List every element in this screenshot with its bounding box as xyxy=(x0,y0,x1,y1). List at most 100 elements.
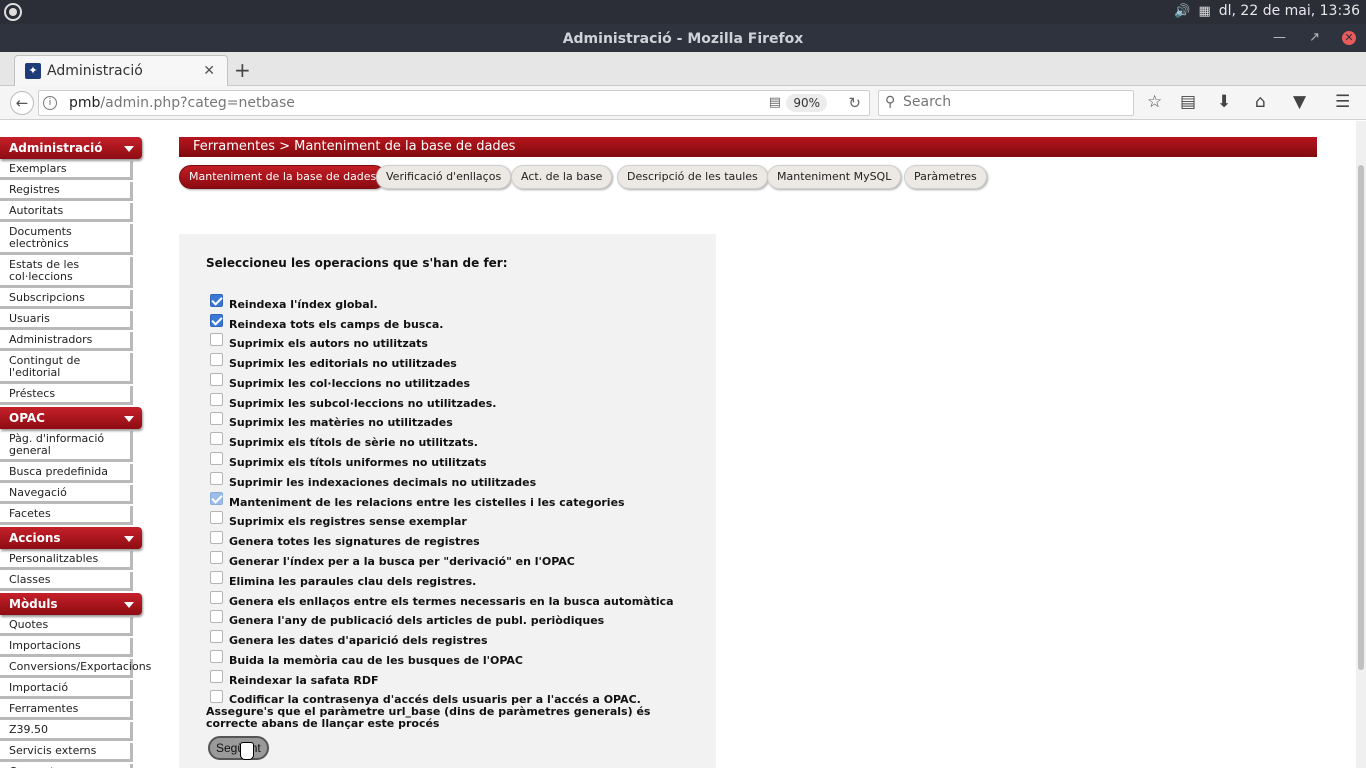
menu-section-1[interactable]: OPAC xyxy=(0,407,142,429)
menu-item[interactable]: Connectors xyxy=(0,764,133,768)
option-label[interactable]: Suprimix les editorials no utilitzades xyxy=(229,357,457,370)
search-box[interactable]: ⚲ xyxy=(878,90,1134,116)
menu-item[interactable]: Servicis externs xyxy=(0,743,133,762)
option-checkbox[interactable] xyxy=(210,670,223,683)
option-checkbox[interactable] xyxy=(210,610,223,623)
option-label[interactable]: Suprimix les col·leccions no utilitzades xyxy=(229,377,470,390)
option-checkbox[interactable] xyxy=(210,314,223,327)
url-bar[interactable]: i pmb/admin.php?categ=netbase ▤ 90% ↻ xyxy=(38,90,870,116)
option-label[interactable]: Suprimir les indexaciones decimals no ut… xyxy=(229,476,536,489)
bookmark-star-icon[interactable]: ☆ xyxy=(1147,92,1162,112)
option-checkbox[interactable] xyxy=(210,591,223,604)
menu-item[interactable]: Estats de les col·leccions xyxy=(0,257,133,288)
option-label[interactable]: Elimina les paraules clau dels registres… xyxy=(229,575,476,588)
option-label[interactable]: Genera l'any de publicació dels articles… xyxy=(229,614,604,627)
menu-item[interactable]: Préstecs xyxy=(0,386,133,405)
menu-item[interactable]: Conversions/Exportacions xyxy=(0,659,151,678)
menu-item[interactable]: Subscripcions xyxy=(0,290,133,309)
menu-item[interactable]: Registres xyxy=(0,182,133,201)
option-checkbox[interactable] xyxy=(210,551,223,564)
menu-item[interactable]: Importació xyxy=(0,680,133,699)
option-label[interactable]: Manteniment de les relacions entre les c… xyxy=(229,496,625,509)
option-checkbox[interactable] xyxy=(210,393,223,406)
option-label[interactable]: Reindexar la safata RDF xyxy=(229,674,378,687)
battery-icon[interactable]: ▦ xyxy=(1198,4,1210,19)
menu-item[interactable]: Ferramentes xyxy=(0,701,133,720)
volume-icon[interactable]: 🔊 xyxy=(1174,4,1190,19)
option-checkbox[interactable] xyxy=(210,333,223,346)
subtab-4[interactable]: Manteniment MySQL xyxy=(767,165,902,189)
option-label[interactable]: Codificar la contrasenya d'accés dels us… xyxy=(206,694,686,730)
option-checkbox[interactable] xyxy=(210,432,223,445)
option-label[interactable]: Suprimix les matèries no utilitzades xyxy=(229,416,453,429)
zoom-level-badge[interactable]: 90% xyxy=(786,94,827,112)
menu-item[interactable]: Usuaris xyxy=(0,311,133,330)
home-icon[interactable]: ⌂ xyxy=(1255,92,1266,112)
site-info-icon[interactable]: i xyxy=(43,96,57,110)
subtab-1[interactable]: Verificació d'enllaços xyxy=(376,165,512,189)
option-label[interactable]: Suprimix els títols de sèrie no utilitza… xyxy=(229,436,478,449)
subtab-0[interactable]: Manteniment de la base de dades xyxy=(179,165,387,189)
menu-item[interactable]: Quotes xyxy=(0,617,133,636)
option-checkbox[interactable] xyxy=(210,630,223,643)
caret-down-icon[interactable] xyxy=(124,602,134,608)
option-checkbox[interactable] xyxy=(210,650,223,663)
option-checkbox[interactable] xyxy=(210,353,223,366)
option-label[interactable]: Generar l'índex per a la busca per "deri… xyxy=(229,555,575,568)
option-label[interactable]: Suprimix els títols uniformes no utilitz… xyxy=(229,456,487,469)
menu-section-0[interactable]: Administració xyxy=(0,137,142,159)
subtab-5[interactable]: Paràmetres xyxy=(904,165,987,189)
minimize-icon[interactable]: — xyxy=(1273,24,1286,52)
scrollbar-thumb[interactable] xyxy=(1358,165,1364,670)
option-label[interactable]: Genera totes les signatures de registres xyxy=(229,535,480,548)
option-label[interactable]: Reindexa l'índex global. xyxy=(229,298,378,311)
option-checkbox[interactable] xyxy=(210,472,223,485)
option-label[interactable]: Suprimix les subcol·leccions no utilitza… xyxy=(229,397,496,410)
menu-item[interactable]: Classes xyxy=(0,572,133,591)
close-window-icon[interactable]: ✕ xyxy=(1342,31,1356,45)
page-scrollbar[interactable] xyxy=(1356,121,1366,768)
reader-view-icon[interactable]: ▤ xyxy=(769,95,781,110)
option-label[interactable]: Reindexa tots els camps de busca. xyxy=(229,318,443,331)
hamburger-menu-icon[interactable]: ☰ xyxy=(1335,92,1350,112)
back-arrow-icon[interactable]: ← xyxy=(10,91,34,115)
menu-item[interactable]: Navegació xyxy=(0,485,133,504)
option-checkbox[interactable] xyxy=(210,294,223,307)
pocket-icon[interactable]: ▼ xyxy=(1293,92,1306,112)
option-checkbox[interactable] xyxy=(210,412,223,425)
option-label[interactable]: Genera les dates d'aparició dels registr… xyxy=(229,634,488,647)
caret-down-icon[interactable] xyxy=(124,416,134,422)
subtab-2[interactable]: Act. de la base xyxy=(511,165,613,189)
menu-item[interactable]: Administradors xyxy=(0,332,133,351)
menu-item[interactable]: Autoritats xyxy=(0,203,133,222)
option-label[interactable]: Suprimix els registres sense exemplar xyxy=(229,515,467,528)
distro-logo-icon[interactable] xyxy=(4,3,22,21)
menu-item[interactable]: Z39.50 xyxy=(0,722,133,741)
caret-down-icon[interactable] xyxy=(124,536,134,542)
menu-item[interactable]: Pàg. d'informació general xyxy=(0,431,133,462)
option-checkbox[interactable] xyxy=(210,452,223,465)
option-label[interactable]: Suprimix els autors no utilitzats xyxy=(229,337,428,350)
option-checkbox[interactable] xyxy=(210,571,223,584)
menu-item[interactable]: Busca predefinida xyxy=(0,464,133,483)
downloads-icon[interactable]: ⬇ xyxy=(1217,92,1231,112)
next-button[interactable]: Següent xyxy=(208,736,269,760)
reload-icon[interactable]: ↻ xyxy=(848,94,861,112)
menu-item[interactable]: Contingut de l'editorial xyxy=(0,353,133,384)
menu-item[interactable]: Exemplars xyxy=(0,161,133,180)
menu-item[interactable]: Importacions xyxy=(0,638,133,657)
menu-section-2[interactable]: Accions xyxy=(0,527,142,549)
menu-section-3[interactable]: Mòduls xyxy=(0,593,142,615)
option-checkbox[interactable] xyxy=(210,531,223,544)
search-input[interactable] xyxy=(903,94,1123,110)
new-tab-icon[interactable]: + xyxy=(234,58,251,82)
option-label[interactable]: Buida la memòria cau de les busques de l… xyxy=(229,654,523,667)
menu-item[interactable]: Facetes xyxy=(0,506,133,525)
option-label[interactable]: Genera els enllaços entre els termes nec… xyxy=(229,595,674,608)
menu-item[interactable]: Documents electrònics xyxy=(0,224,133,255)
url-text[interactable]: pmb/admin.php?categ=netbase xyxy=(69,95,295,111)
option-checkbox[interactable] xyxy=(210,373,223,386)
subtab-3[interactable]: Descripció de les taules xyxy=(617,165,768,189)
maximize-icon[interactable]: ↗ xyxy=(1309,24,1320,52)
browser-tab-active[interactable]: ✦ Administració ✕ xyxy=(14,55,228,86)
